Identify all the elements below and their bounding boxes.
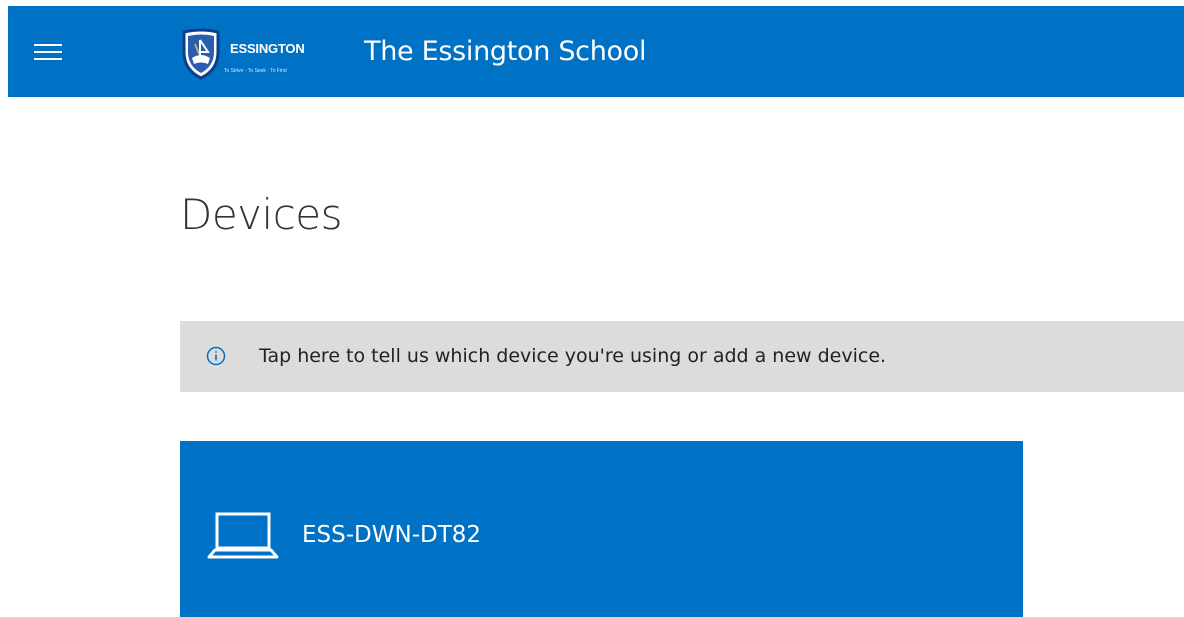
page: ESSINGTON To Strive · To Seek · To Find … [0, 0, 1184, 617]
school-crest-icon [182, 28, 220, 80]
device-tile[interactable]: ESS-DWN-DT82 [180, 441, 1023, 617]
school-logo[interactable]: ESSINGTON To Strive · To Seek · To Find [176, 28, 354, 82]
info-banner-text: Tap here to tell us which device you're … [259, 345, 887, 367]
school-name[interactable]: The Essington School [364, 36, 646, 67]
laptop-icon [207, 512, 279, 559]
page-title: Devices [180, 190, 343, 239]
device-name: ESS-DWN-DT82 [302, 522, 482, 548]
logo-motto: To Strive · To Seek · To Find [224, 68, 287, 74]
info-icon [206, 346, 226, 366]
hamburger-menu-icon[interactable] [32, 41, 64, 61]
top-header: ESSINGTON To Strive · To Seek · To Find … [8, 6, 1184, 97]
logo-wordmark: ESSINGTON [230, 41, 305, 56]
info-banner[interactable]: Tap here to tell us which device you're … [180, 321, 1184, 392]
